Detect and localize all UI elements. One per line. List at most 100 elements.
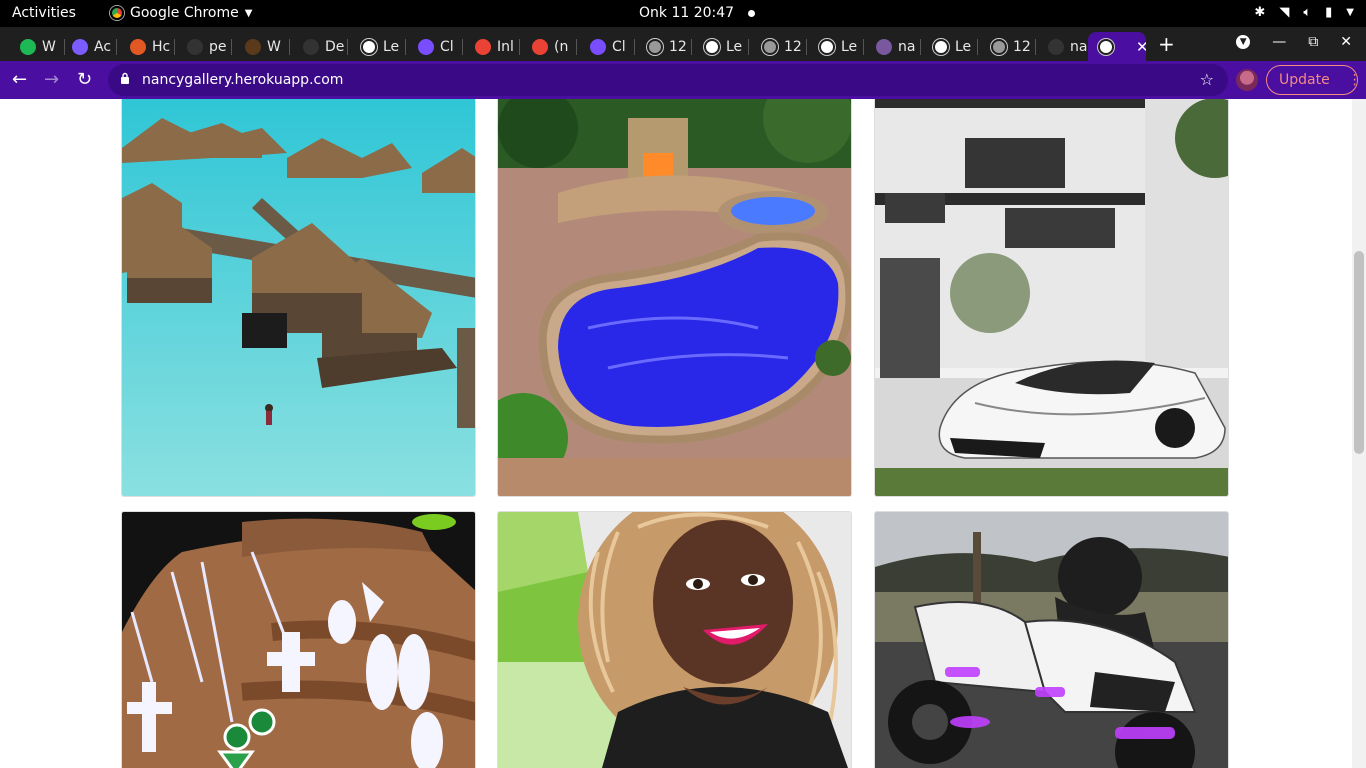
tab-label: W — [42, 38, 56, 55]
url-text: nancygallery.herokuapp.com — [142, 72, 344, 88]
tab-separator — [977, 39, 978, 55]
jewelry-rings-necklaces-photo — [122, 512, 475, 768]
clock-text: Onk 11 20:47 — [639, 5, 735, 21]
activities-button[interactable]: Activities — [12, 5, 76, 21]
tab-label: Le — [726, 38, 743, 55]
tab-19[interactable]: ✕ — [1088, 32, 1146, 61]
bookmark-star-icon[interactable]: ☆ — [1200, 70, 1214, 89]
tab-label: Cl — [440, 38, 454, 55]
close-window-icon[interactable]: ✕ — [1340, 34, 1352, 50]
tab-3[interactable]: pe — [177, 32, 229, 61]
play-icon — [20, 38, 36, 55]
tab-label: W — [267, 38, 281, 55]
tab-separator — [116, 39, 117, 55]
tab-16[interactable]: Le — [923, 32, 975, 61]
hotel-icon — [130, 38, 146, 55]
tab-8[interactable]: Inl — [465, 32, 517, 61]
wifi-icon: ◥ — [1279, 5, 1290, 20]
tab-10[interactable]: Cl — [580, 32, 632, 61]
clock[interactable]: Onk 11 20:47 — [639, 5, 756, 21]
chrome-icon — [110, 6, 124, 20]
backyard-pool-photo — [498, 99, 851, 496]
tab-11[interactable]: 12 — [637, 32, 689, 61]
lock-icon — [121, 72, 129, 84]
forward-arrow-icon[interactable]: → — [44, 69, 59, 90]
tab-separator — [806, 39, 807, 55]
tab-label: (n — [554, 38, 569, 55]
tab-separator — [289, 39, 290, 55]
tab-separator — [347, 39, 348, 55]
tab-strip: W Ac Hc pe W De Le Cl Inl (n Cl 12 Le 12 Le na Le 12 na ✕ +… — [0, 27, 1366, 61]
tab-separator — [519, 39, 520, 55]
update-button[interactable]: Update ⋮ — [1266, 65, 1362, 95]
tab-7[interactable]: Cl — [408, 32, 460, 61]
tab-label: 12 — [784, 38, 802, 55]
white-house-sports-car-photo — [875, 99, 1228, 496]
tab-5[interactable]: De — [293, 32, 345, 61]
tab-label: 12 — [669, 38, 687, 55]
tab-label: na — [898, 38, 916, 55]
window-controls: ▼ — ⧉ ✕ — [1236, 34, 1352, 50]
system-tray[interactable]: ✱ ◥ 🔈︎ ▮ ▼ — [1254, 5, 1354, 20]
tab-12[interactable]: Le — [694, 32, 746, 61]
tab-6[interactable]: Le — [351, 32, 403, 61]
tab-15[interactable]: na — [866, 32, 918, 61]
tab-17[interactable]: 12 — [981, 32, 1033, 61]
reload-icon[interactable]: ↻ — [77, 69, 92, 90]
back-arrow-icon[interactable]: ← — [12, 69, 27, 90]
update-label: Update — [1279, 72, 1330, 88]
volume-icon: 🔈︎ — [1303, 5, 1312, 20]
system-top-bar: Activities Google Chrome ▼ Onk 11 20:47 … — [0, 0, 1366, 27]
smiling-woman-selfie-photo — [498, 512, 851, 768]
scrollbar-thumb[interactable] — [1354, 251, 1364, 454]
gallery-image[interactable] — [497, 511, 852, 768]
new-tab-button[interactable]: + — [1158, 32, 1175, 56]
gallery-image[interactable] — [874, 99, 1229, 497]
kebab-menu-icon: ⋮ — [1347, 72, 1362, 88]
profile-avatar[interactable] — [1236, 69, 1258, 91]
gmail-icon — [532, 38, 548, 55]
gallery-image[interactable] — [121, 99, 476, 497]
tab-separator — [576, 39, 577, 55]
tab-label: Le — [383, 38, 400, 55]
overwater-bungalows-photo — [122, 99, 475, 496]
gallery-image[interactable] — [874, 511, 1229, 768]
tab-label: Hc — [152, 38, 171, 55]
address-bar[interactable]: nancygallery.herokuapp.com ☆ — [108, 64, 1228, 96]
tab-2[interactable]: Hc — [120, 32, 172, 61]
tab-separator — [1035, 39, 1036, 55]
tab-1[interactable]: Ac — [62, 32, 114, 61]
tab-9[interactable]: (n — [522, 32, 574, 61]
dropdown-arrow-icon: ▼ — [244, 7, 253, 19]
tab-label: pe — [209, 38, 227, 55]
tab-separator — [462, 39, 463, 55]
tab-0[interactable]: W — [10, 32, 62, 61]
tab-search-icon[interactable]: ▼ — [1236, 35, 1251, 49]
tab-label: 12 — [1013, 38, 1031, 55]
tab-separator — [863, 39, 864, 55]
minimize-icon[interactable]: — — [1272, 34, 1286, 50]
tab-4[interactable]: W — [235, 32, 287, 61]
gallery-image[interactable] — [121, 511, 476, 768]
gallery-image[interactable] — [497, 99, 852, 497]
globe-icon — [704, 38, 720, 55]
gmail-icon — [475, 38, 491, 55]
maximize-icon[interactable]: ⧉ — [1308, 34, 1318, 50]
app-name: Google Chrome — [130, 5, 239, 21]
app-icon — [72, 38, 88, 55]
github-icon — [303, 38, 319, 55]
tab-13[interactable]: 12 — [752, 32, 804, 61]
tab-14[interactable]: Le — [809, 32, 861, 61]
tab-label: na — [1070, 38, 1088, 55]
tab-18[interactable]: na — [1038, 32, 1090, 61]
app-menu[interactable]: Google Chrome ▼ — [110, 5, 252, 21]
page-scrollbar[interactable] — [1352, 99, 1366, 768]
heroku-icon — [876, 38, 892, 55]
globe-icon — [1098, 38, 1114, 55]
page-content — [0, 99, 1352, 768]
globe-icon — [933, 38, 949, 55]
tab-separator — [231, 39, 232, 55]
close-tab-icon[interactable]: ✕ — [1136, 38, 1146, 56]
browser-toolbar: ← → ↻ nancygallery.herokuapp.com ☆ Updat… — [0, 61, 1366, 99]
tab-label: Le — [841, 38, 858, 55]
